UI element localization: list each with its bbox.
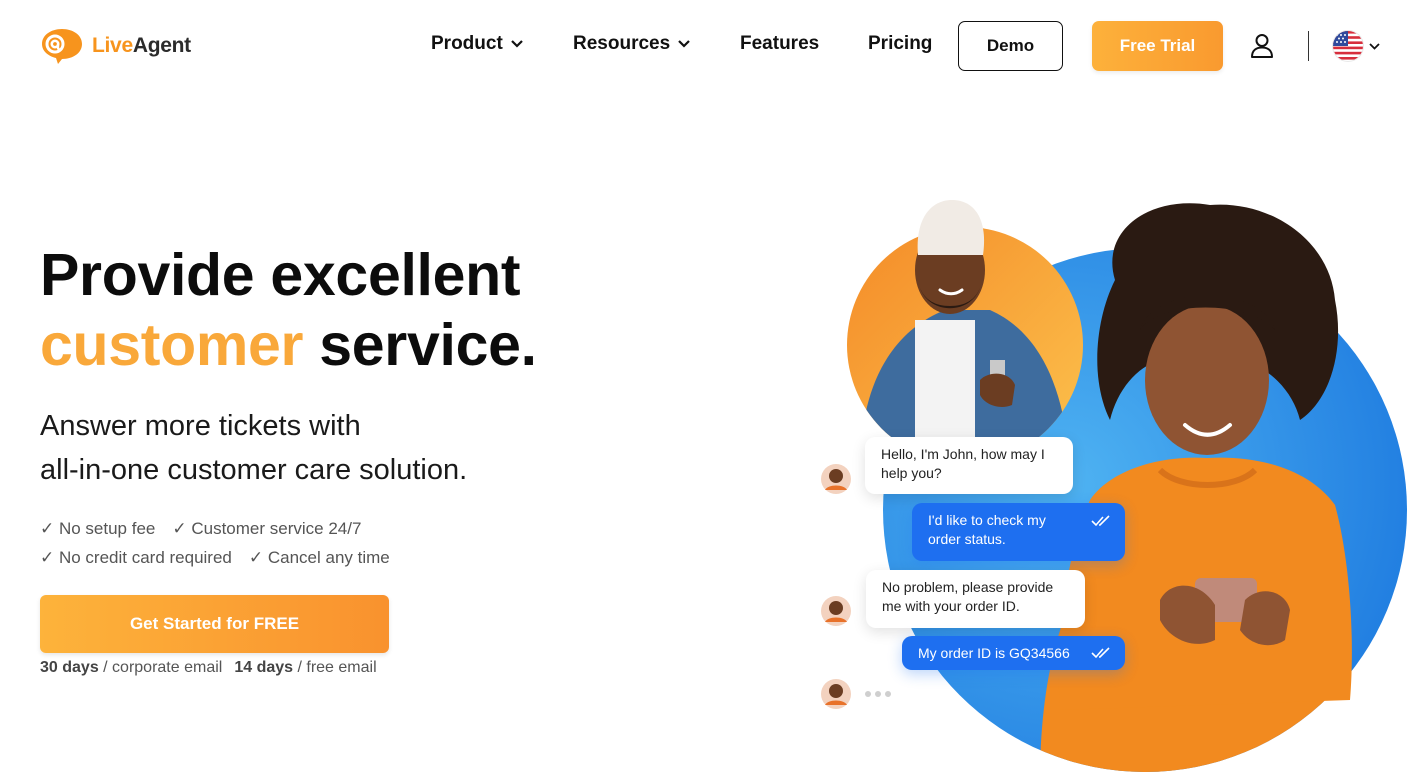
trial-text-free: / free email bbox=[293, 659, 377, 676]
logo-live: Live bbox=[92, 34, 133, 57]
hero-subtitle-line2: all-in-one customer care solution. bbox=[40, 454, 468, 486]
us-flag-icon bbox=[1332, 30, 1364, 62]
nav-product-label: Product bbox=[431, 33, 503, 54]
chat-text: I'd like to check my bbox=[928, 512, 1046, 528]
hero-subtitle-line1: Answer more tickets with bbox=[40, 410, 361, 442]
site-header: LiveAgent Product Resources Features Pri… bbox=[0, 0, 1411, 90]
agent-avatar-icon bbox=[821, 596, 851, 626]
benefit-item: ✓ No setup fee bbox=[40, 519, 156, 538]
nav-pricing[interactable]: Pricing bbox=[868, 33, 932, 55]
agent-avatar-icon bbox=[821, 464, 851, 494]
logo-icon bbox=[42, 29, 82, 64]
agent-avatar-icon bbox=[821, 679, 851, 709]
nav-product[interactable]: Product bbox=[431, 33, 523, 55]
typing-indicator bbox=[865, 691, 891, 697]
nav-resources-label: Resources bbox=[573, 33, 671, 54]
logo-agent: Agent bbox=[132, 34, 191, 57]
trial-days-free: 14 days bbox=[234, 659, 294, 676]
chat-bubble-agent: No problem, please provide me with your … bbox=[866, 570, 1085, 628]
chat-text: My order ID is GQ34566 bbox=[918, 645, 1070, 661]
benefit-item: ✓ Cancel any time bbox=[248, 548, 390, 567]
language-selector[interactable] bbox=[1331, 29, 1380, 63]
nav-features-label: Features bbox=[740, 33, 820, 54]
user-icon[interactable] bbox=[1250, 33, 1274, 59]
logo-wordmark: LiveAgent bbox=[92, 34, 191, 58]
nav-resources[interactable]: Resources bbox=[573, 33, 690, 55]
nav-features[interactable]: Features bbox=[740, 33, 819, 55]
hero-title-accent: customer bbox=[40, 312, 304, 378]
chat-text: help you? bbox=[881, 465, 942, 481]
chat-bubble-customer: I'd like to check my order status. bbox=[912, 503, 1125, 561]
benefit-item: ✓ No credit card required bbox=[40, 548, 232, 567]
chevron-down-icon bbox=[1369, 42, 1380, 50]
demo-button[interactable]: Demo bbox=[958, 21, 1063, 71]
header-divider bbox=[1308, 31, 1309, 61]
chat-bubble-customer: My order ID is GQ34566 bbox=[902, 636, 1125, 670]
chat-text: order status. bbox=[928, 531, 1006, 547]
chat-text: me with your order ID. bbox=[882, 598, 1020, 614]
hero-title: Provide excellent customer service. bbox=[40, 240, 537, 380]
free-trial-button[interactable]: Free Trial bbox=[1092, 21, 1223, 71]
trial-note: 30 days / corporate email 14 days / free … bbox=[40, 659, 377, 677]
trial-text-corporate: / corporate email bbox=[98, 659, 223, 676]
chat-bubble-agent: Hello, I'm John, how may I help you? bbox=[865, 437, 1073, 494]
trial-days-corporate: 30 days bbox=[40, 659, 99, 676]
nav-pricing-label: Pricing bbox=[868, 33, 933, 54]
hero-subtitle: Answer more tickets with all-in-one cust… bbox=[40, 404, 467, 492]
liveagent-logo[interactable]: LiveAgent bbox=[40, 27, 191, 65]
get-started-button[interactable]: Get Started for FREE bbox=[40, 595, 389, 653]
benefit-item: ✓ Customer service 24/7 bbox=[172, 519, 362, 538]
hero-title-line1: Provide excellent bbox=[40, 242, 521, 308]
double-check-icon bbox=[1091, 515, 1110, 527]
chevron-down-icon bbox=[678, 40, 690, 48]
chevron-down-icon bbox=[511, 40, 523, 48]
double-check-icon bbox=[1091, 647, 1110, 659]
benefit-list: ✓ No setup fee ✓ Customer service 24/7 ✓ … bbox=[40, 514, 407, 572]
chat-text: No problem, please provide bbox=[882, 579, 1054, 595]
hero-title-rest: service. bbox=[319, 312, 537, 378]
chat-text: Hello, I'm John, how may I bbox=[881, 446, 1045, 462]
